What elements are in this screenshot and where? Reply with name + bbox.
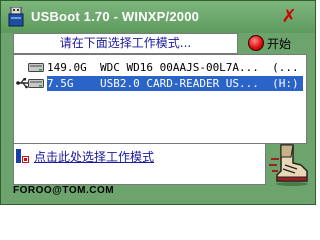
drive-row-hard-disk[interactable]: 149.0G WDC WD16 00AAJS-00L7A... (...: [14, 60, 304, 75]
start-button-label: 开始: [267, 37, 292, 51]
mode-panel: 点击此处选择工作模式: [13, 143, 266, 185]
usb-stick-icon: [8, 7, 24, 27]
mode-prompt: 请在下面选择工作模式...: [13, 33, 238, 54]
close-button[interactable]: ✗: [279, 7, 299, 27]
running-boot-icon: [269, 144, 308, 186]
red-circle-icon: [248, 35, 264, 51]
drive-row-usb[interactable]: 7.5G USB2.0 CARD-READER US... (H:): [14, 76, 304, 91]
window-title: USBoot 1.70 - WINXP/2000: [31, 9, 200, 24]
title-bar[interactable]: USBoot 1.70 - WINXP/2000 ✗: [1, 1, 315, 33]
select-mode-link[interactable]: 点击此处选择工作模式: [34, 148, 154, 165]
usb-drive-icon: [28, 79, 44, 88]
mode-select-icon: [16, 149, 29, 163]
drive-label: 7.5G USB2.0 CARD-READER US... (H:): [47, 76, 303, 91]
drive-list[interactable]: 149.0G WDC WD16 00AAJS-00L7A... (... 7.5…: [13, 54, 307, 144]
hard-disk-icon: [28, 63, 44, 72]
author-email: FOROO@TOM.COM: [13, 185, 115, 196]
drive-label: 149.0G WDC WD16 00AAJS-00L7A... (...: [47, 61, 299, 74]
start-button[interactable]: 开始: [245, 33, 301, 53]
usboot-window: USBoot 1.70 - WINXP/2000 ✗ 请在下面选择工作模式...…: [0, 0, 316, 205]
